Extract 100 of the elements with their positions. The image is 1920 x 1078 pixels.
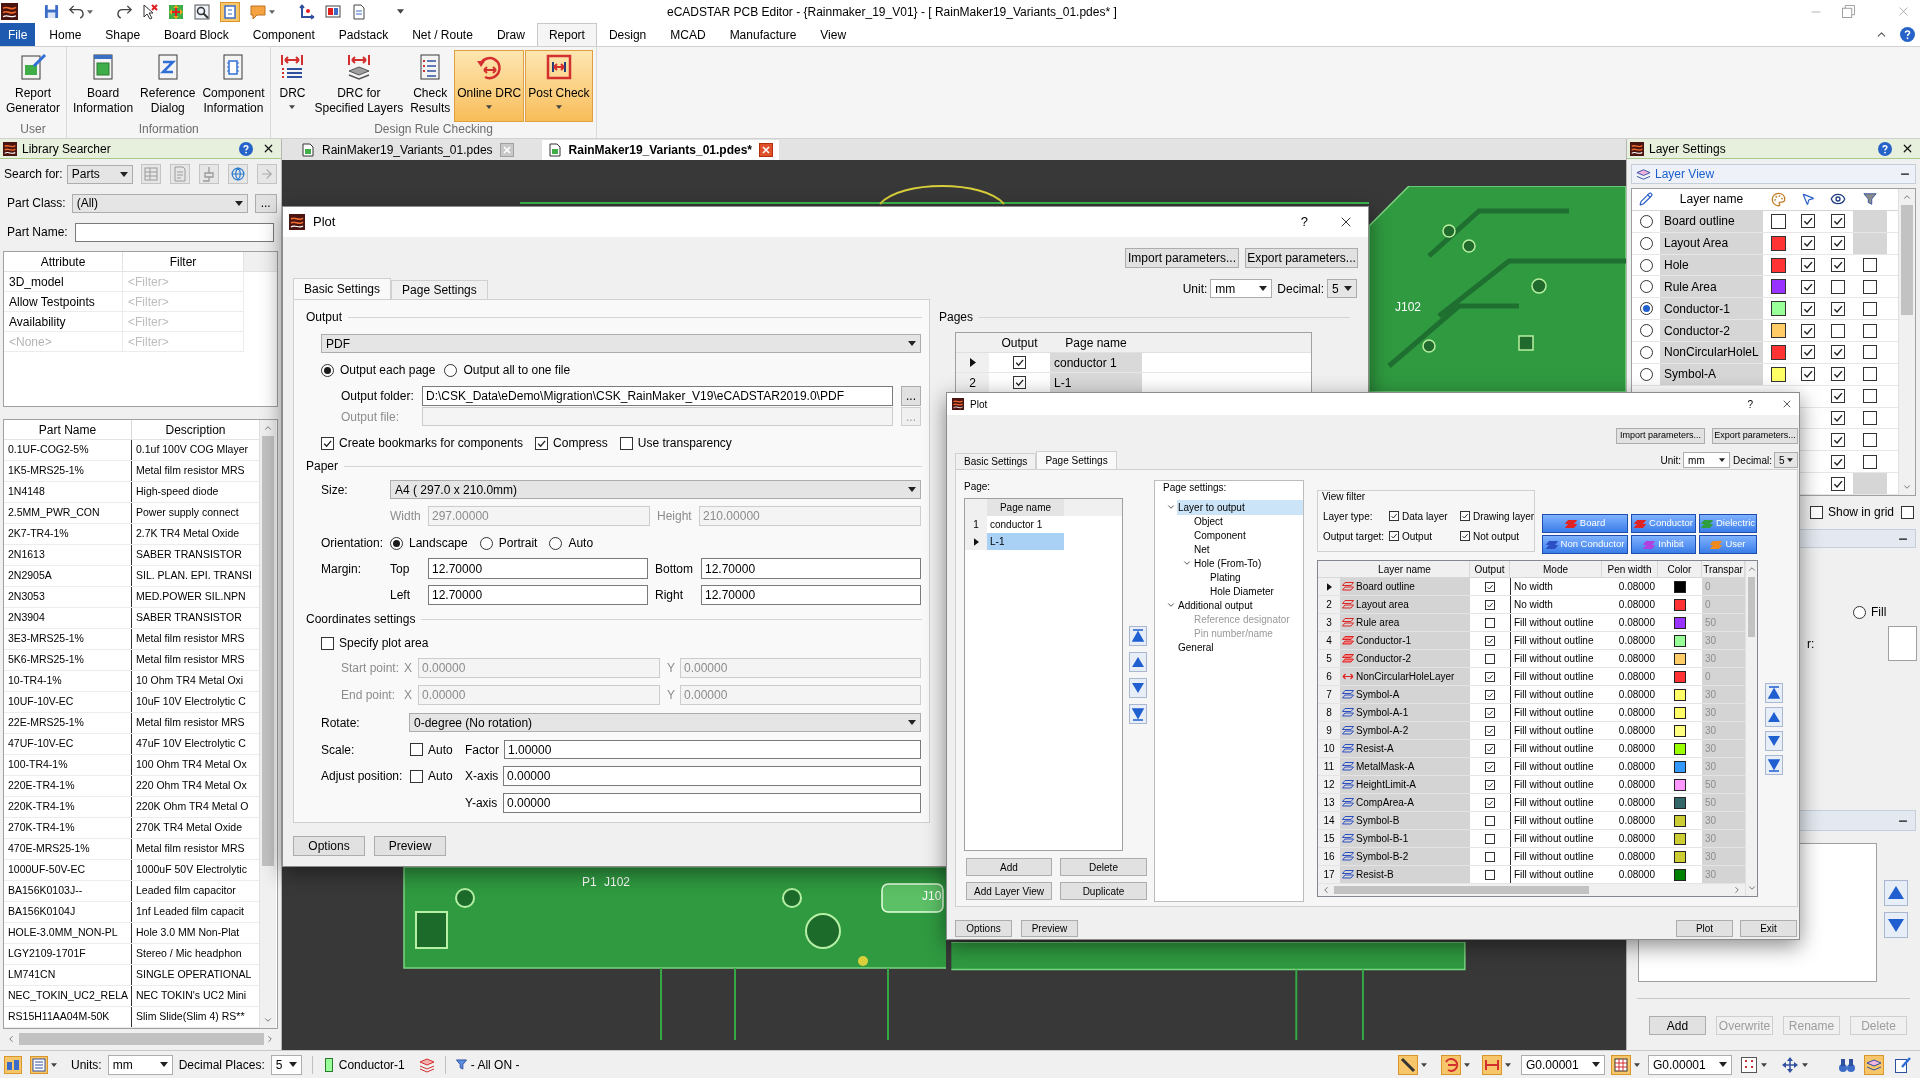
layer-name: Symbol-B-2 <box>1356 850 1409 864</box>
row-header: 2 <box>1318 596 1340 613</box>
board-label: J102 <box>1395 299 1422 316</box>
table-cell-text: Slim Slide(Slim 4) RS** <box>135 1009 246 1025</box>
panel-title: Layer Settings <box>1649 140 1726 158</box>
layer-name-cell: Layout Area <box>1660 232 1763 254</box>
row-header: 10 <box>1318 740 1340 757</box>
column-header: Output <box>989 333 1050 352</box>
table-cell-text: Metal film resistor MRS <box>135 715 246 731</box>
label: Auto <box>428 741 454 759</box>
label: Output target: <box>1323 529 1386 544</box>
label: Orientation: <box>321 535 385 552</box>
label: End point: <box>341 687 397 704</box>
table-cell-text: 100 Ohm TR4 Metal Ox <box>135 757 248 773</box>
table-cell: 2N1613 <box>4 545 132 565</box>
table-cell: Fill without outline <box>1510 740 1602 757</box>
label: Unit: <box>1182 280 1208 298</box>
label: Output all to one file <box>463 362 571 379</box>
table-cell-text: Hole 3.0 MM Non-Plat <box>135 925 241 941</box>
table-cell: 30 <box>1702 758 1745 775</box>
label: Left <box>390 587 411 604</box>
table-cell: Availability <box>4 312 123 332</box>
table-cell: Fill without outline <box>1510 650 1602 667</box>
label: Layer type: <box>1323 509 1374 524</box>
table-cell-text: High-speed diode <box>135 484 220 500</box>
label: Decimal: <box>1733 453 1772 468</box>
table-cell: 1N4148 <box>4 482 132 502</box>
label: Page settings: <box>1163 481 1227 494</box>
table-cell: 50 <box>1702 794 1745 811</box>
label: Output each page <box>340 362 436 379</box>
table-cell-text: 2.7K TR4 Metal Oxide <box>135 526 241 542</box>
label: X-axis <box>465 768 500 785</box>
layer-name: MetalMask-A <box>1356 760 1415 774</box>
table-cell: No width <box>1510 596 1602 613</box>
table-cell-text: 0.08000 <box>1617 850 1656 864</box>
label: Right <box>655 587 684 604</box>
column-header: Page name <box>1050 333 1142 352</box>
layer-name: Resist-A <box>1356 742 1394 756</box>
section-title: Layer View <box>1655 166 1715 183</box>
label: Scale: <box>321 741 356 759</box>
ribbon-group-label: User <box>20 123 46 136</box>
table-cell-text: 0.08000 <box>1617 670 1656 684</box>
label: X <box>404 660 413 677</box>
table-cell: <None> <box>4 332 123 352</box>
table-cell: Fill without outline <box>1510 686 1602 703</box>
row-header: 11 <box>1318 758 1340 775</box>
label: Unit: <box>1660 453 1682 468</box>
label: Output <box>1402 529 1434 544</box>
group-title: Pages <box>939 309 974 326</box>
table-cell: 30 <box>1702 686 1745 703</box>
label: Rotate: <box>321 714 361 732</box>
page-name-cell: conductor 1 <box>1050 353 1142 372</box>
column-header: Attribute <box>4 252 123 271</box>
table-cell-text: 1000uF 50V Electrolytic <box>135 862 248 878</box>
label: Portrait <box>498 535 538 552</box>
table-cell: 220E-TR4-1% <box>4 776 132 796</box>
table-cell-text: 220 Ohm TR4 Metal Ox <box>135 778 248 794</box>
table-cell-text: MED.POWER SIL.NPN <box>135 589 247 605</box>
column-header: Layer name <box>1678 191 1745 209</box>
row-header: 12 <box>1318 776 1340 793</box>
dialog-title: Plot <box>313 213 336 232</box>
table-cell: 22E-MRS25-1% <box>4 713 132 733</box>
row-header: 4 <box>1318 632 1340 649</box>
layer-name-cell: Rule Area <box>1660 276 1763 298</box>
table-cell-text: SINGLE OPERATIONAL <box>135 967 253 983</box>
label: X <box>404 687 413 704</box>
row-header: 16 <box>1318 848 1340 865</box>
table-cell: 220K-TR4-1% <box>4 797 132 817</box>
label: Top <box>390 560 411 578</box>
column-header: Transpar <box>1702 561 1745 577</box>
column-header: Mode <box>1510 561 1602 577</box>
table-cell: LGY2109-1701F <box>4 944 132 964</box>
row-header: 6 <box>1318 668 1340 685</box>
table-cell: RS15H11AA04M-50K <box>4 1007 132 1027</box>
table-cell: 30 <box>1702 830 1745 847</box>
table-cell-text: 0.1uf 100V COG Mlayer <box>135 442 250 458</box>
table-cell: 10-TR4-1% <box>4 671 132 691</box>
layer-name: Resist-B <box>1356 868 1394 882</box>
table-cell-text: 10uF 10V Electrolytic C <box>135 694 247 710</box>
table-cell: HOLE-3.0MM_NON-PL <box>4 923 132 943</box>
label: View filter <box>1322 491 1366 503</box>
label: Compress <box>553 435 608 452</box>
table-cell: 3E3-MRS25-1% <box>4 629 132 649</box>
table-cell: Fill without outline <box>1510 794 1602 811</box>
table-cell: 1000UF-50V-EC <box>4 860 132 880</box>
table-cell: Allow Testpoints <box>4 292 123 312</box>
layer-name: Symbol-B-1 <box>1356 832 1409 846</box>
layer-name: Conductor-1 <box>1356 634 1412 648</box>
table-cell-text: 220K Ohm TR4 Metal O <box>135 799 250 815</box>
table-cell-text: 1nf Leaded film capacit <box>135 904 245 920</box>
layer-name: Layout area <box>1356 598 1409 612</box>
label: Output file: <box>341 408 401 426</box>
layer-name: Board outline <box>1356 580 1415 594</box>
label: Margin: <box>321 560 362 578</box>
layer-name: HeightLimit-A <box>1356 778 1417 792</box>
board-label: J102 <box>604 874 631 891</box>
label: Part Name: <box>7 224 68 241</box>
table-cell-text: Leaded film capacitor <box>135 883 237 899</box>
layer-name-cell: Symbol-A <box>1660 363 1763 385</box>
table-cell-text: 270K TR4 Metal Oxide <box>135 820 244 836</box>
